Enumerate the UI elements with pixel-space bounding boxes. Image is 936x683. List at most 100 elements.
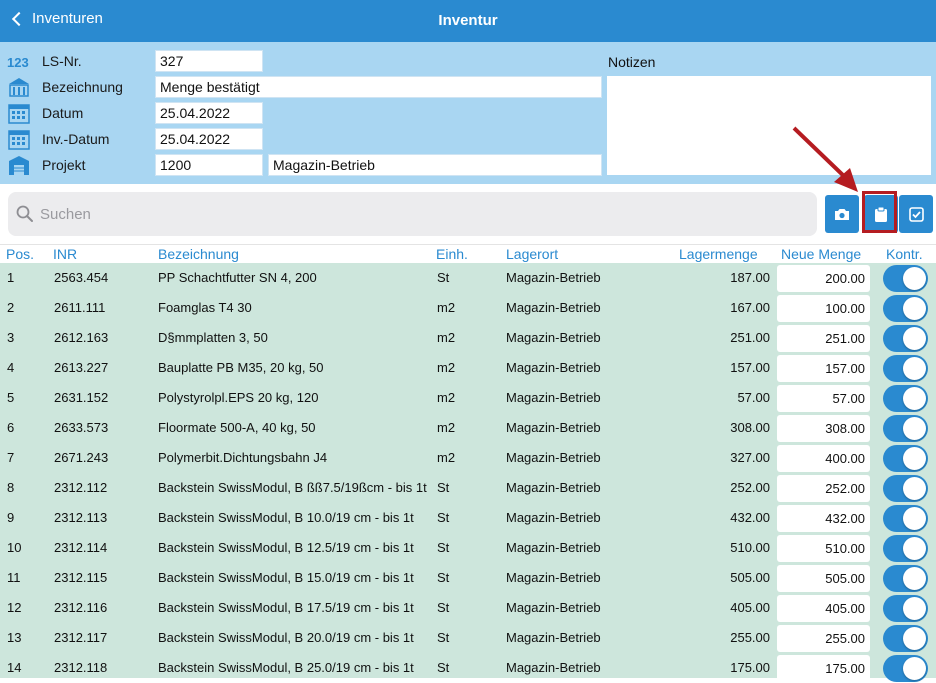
row-einh: m2 [437,420,456,435]
row-bezeichnung: D§mmplatten 3, 50 [158,330,268,345]
row-pos: 4 [7,360,15,375]
col-lagermenge[interactable]: Lagermenge [679,246,758,262]
kontr-toggle[interactable] [883,295,928,322]
search-placeholder: Suchen [40,205,91,223]
toggle-knob [903,417,926,440]
table-row[interactable]: 2 2611.111 Foamglas T4 30 m2 Magazin-Betrieb… [0,293,936,323]
row-lagermenge: 432.00 [730,510,770,525]
kontr-toggle[interactable] [883,565,928,592]
kontr-toggle[interactable] [883,385,928,412]
row-bezeichnung: Backstein SwissModul, B 12.5/19 cm - bis… [158,540,414,555]
row-einh: St [437,270,450,285]
kontr-toggle[interactable] [883,625,928,652]
check-all-button[interactable] [899,195,933,233]
row-lagerort: Magazin-Betrieb [506,630,601,645]
neue-menge-input[interactable]: 405.00 [777,595,870,622]
bezeichnung-field[interactable]: Menge bestätigt [155,76,602,98]
kontr-toggle[interactable] [883,355,928,382]
row-pos: 14 [7,660,22,675]
row-pos: 13 [7,630,22,645]
row-lagermenge: 505.00 [730,570,770,585]
kontr-toggle[interactable] [883,445,928,472]
toggle-knob [903,627,926,650]
neue-menge-input[interactable]: 252.00 [777,475,870,502]
neue-menge-input[interactable]: 308.00 [777,415,870,442]
svg-text:123: 123 [7,55,29,70]
row-einh: St [437,510,450,525]
neue-menge-input[interactable]: 157.00 [777,355,870,382]
kontr-toggle[interactable] [883,505,928,532]
neue-menge-input[interactable]: 255.00 [777,625,870,652]
table-row[interactable]: 5 2631.152 Polystyrolpl.EPS 20 kg, 120 m2 Ma… [0,383,936,413]
col-einh[interactable]: Einh. [436,246,468,262]
row-lagerort: Magazin-Betrieb [506,510,601,525]
row-einh: m2 [437,450,456,465]
neue-menge-input[interactable]: 200.00 [777,265,870,292]
row-bezeichnung: Backstein SwissModul, B 15.0/19 cm - bis… [158,570,414,585]
search-input[interactable]: Suchen [8,192,817,236]
neue-menge-input[interactable]: 505.00 [777,565,870,592]
row-bezeichnung: Backstein SwissModul, B 17.5/19 cm - bis… [158,600,414,615]
col-pos[interactable]: Pos. [6,246,34,262]
neue-menge-input[interactable]: 432.00 [777,505,870,532]
table-row[interactable]: 6 2633.573 Floormate 500-A, 40 kg, 50 m2 Mag… [0,413,936,443]
nav-bar: Inventuren Inventur [0,0,936,42]
kontr-toggle[interactable] [883,475,928,502]
row-bezeichnung: Bauplatte PB M35, 20 kg, 50 [158,360,324,375]
toggle-knob [903,387,926,410]
table-row[interactable]: 11 2312.115 Backstein SwissModul, B 15.0/1… [0,563,936,593]
table-row[interactable]: 12 2312.116 Backstein SwissModul, B 17.5/1… [0,593,936,623]
kontr-toggle[interactable] [883,595,928,622]
neue-menge-input[interactable]: 57.00 [777,385,870,412]
search-icon [16,205,33,222]
row-bezeichnung: Backstein SwissModul, B ßß7.5/19ßcm - bi… [158,480,427,495]
table-row[interactable]: 4 2613.227 Bauplatte PB M35, 20 kg, 50 m2 Ma… [0,353,936,383]
row-lagermenge: 167.00 [730,300,770,315]
kontr-toggle[interactable] [883,265,928,292]
row-pos: 1 [7,270,15,285]
toggle-knob [903,447,926,470]
row-lagerort: Magazin-Betrieb [506,480,601,495]
col-bezeichnung[interactable]: Bezeichnung [158,246,239,262]
neue-menge-input[interactable]: 400.00 [777,445,870,472]
row-bezeichnung: Backstein SwissModul, B 10.0/19 cm - bis… [158,510,414,525]
table-row[interactable]: 9 2312.113 Backstein SwissModul, B 10.0/19… [0,503,936,533]
table-row[interactable]: 3 2612.163 D§mmplatten 3, 50 m2 Magazin-Betr… [0,323,936,353]
row-lagerort: Magazin-Betrieb [506,660,601,675]
inv-datum-field[interactable]: 25.04.2022 [155,128,263,150]
toggle-knob [903,477,926,500]
row-inr: 2612.163 [54,330,109,345]
calendar-icon [8,130,30,150]
table-row[interactable]: 13 2312.117 Backstein SwissModul, B 20.0/1… [0,623,936,653]
table-row[interactable]: 7 2671.243 Polymerbit.Dichtungsbahn J4 m2 Ma… [0,443,936,473]
row-inr: 2613.227 [54,360,109,375]
table-row[interactable]: 1 2563.454 PP Schachtfutter SN 4, 200 St Mag… [0,263,936,293]
toggle-knob [903,657,926,680]
kontr-toggle[interactable] [883,415,928,442]
table-row[interactable]: 14 2312.118 Backstein SwissModul, B 25.0/1… [0,653,936,683]
row-pos: 2 [7,300,15,315]
row-lagermenge: 327.00 [730,450,770,465]
row-inr: 2312.116 [54,600,108,615]
row-inr: 2312.115 [54,570,108,585]
table-row[interactable]: 8 2312.112 Backstein SwissModul, B ßß7.5/1… [0,473,936,503]
projekt-name-field[interactable]: Magazin-Betrieb [268,154,602,176]
neue-menge-input[interactable]: 251.00 [777,325,870,352]
col-lagerort[interactable]: Lagerort [506,246,558,262]
row-einh: St [437,630,450,645]
ls-number-field[interactable]: 327 [155,50,263,72]
row-lagerort: Magazin-Betrieb [506,390,601,405]
projekt-number-field[interactable]: 1200 [155,154,263,176]
neue-menge-input[interactable]: 510.00 [777,535,870,562]
col-inr[interactable]: INR [53,246,77,262]
datum-field[interactable]: 25.04.2022 [155,102,263,124]
row-einh: St [437,600,450,615]
table-row[interactable]: 10 2312.114 Backstein SwissModul, B 12.5/1… [0,533,936,563]
notes-field[interactable] [607,76,931,175]
kontr-toggle[interactable] [883,535,928,562]
col-kontr[interactable]: Kontr. [886,246,923,262]
row-lagerort: Magazin-Betrieb [506,600,601,615]
neue-menge-input[interactable]: 100.00 [777,295,870,322]
col-neue-menge[interactable]: Neue Menge [781,246,861,262]
kontr-toggle[interactable] [883,325,928,352]
